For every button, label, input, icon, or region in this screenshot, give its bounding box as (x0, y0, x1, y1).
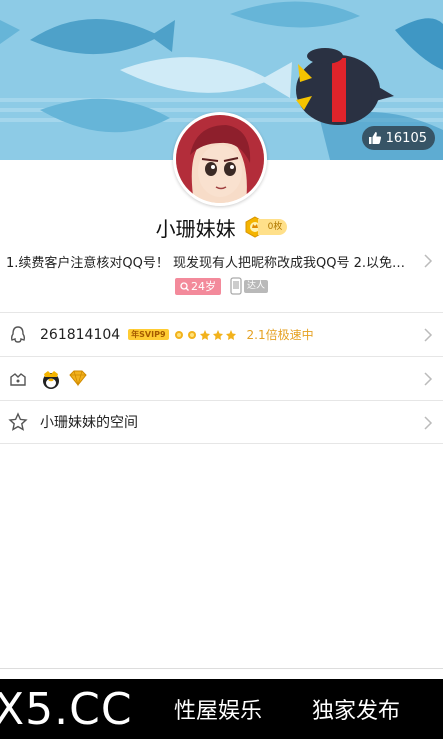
qzone-label: 小珊妹妹的空间 (40, 415, 138, 431)
sun-level-icon (187, 330, 196, 339)
signature-text[interactable]: 1.续费客户注意核对QQ号！ 现发现有人把昵称改成我QQ号 2.以免费… (0, 252, 443, 272)
chevron-right-icon (424, 416, 433, 430)
expert-label: 达人 (243, 279, 268, 293)
profile-tags: 24岁 达人 (0, 277, 443, 295)
thumb-up-icon (368, 132, 381, 144)
female-icon (180, 281, 189, 291)
qq-number-row[interactable]: 261814104 年SVIP9 2.1倍极速中 (0, 312, 443, 356)
likes-count: 16105 (385, 130, 427, 146)
speed-status: 2.1倍极速中 (246, 328, 314, 342)
star-icon (8, 412, 28, 431)
avatar[interactable] (173, 112, 267, 206)
svip-badge: 年SVIP9 (128, 329, 169, 340)
profile-page: 16105 小珊妹妹 0枚 1.续费客户注意核对QQ号！ 现发现有人把昵称改成我… (0, 0, 443, 739)
chevron-right-icon[interactable] (423, 254, 433, 268)
diamond-vip-icon (69, 370, 87, 386)
chevron-right-icon (424, 328, 433, 342)
divider (0, 668, 443, 669)
qq-penguin-icon (10, 325, 26, 343)
penguin-vip-icon (43, 370, 59, 389)
profile-info-list: 261814104 年SVIP9 2.1倍极速中 小珊妹妹的空间 (0, 312, 443, 444)
nickname-row: 小珊妹妹 0枚 (0, 212, 443, 242)
star-level-icon (199, 329, 210, 340)
avatar-illustration (176, 115, 264, 203)
qq-level-icons (173, 329, 237, 341)
age-tag: 24岁 (174, 277, 221, 295)
qq-level-label: 0枚 (257, 219, 288, 235)
footer-text-1: 性屋娱乐 (174, 699, 263, 724)
footer-brand: X5.CC (0, 683, 133, 735)
age-value: 24岁 (190, 280, 216, 293)
qq-level-badge[interactable]: 0枚 (244, 216, 288, 238)
vip-icons (40, 368, 90, 390)
sun-level-icon (174, 330, 183, 339)
likes-counter[interactable]: 16105 (361, 126, 435, 150)
footer-text-2: 独家发布 (312, 699, 401, 724)
star-level-icon (225, 329, 236, 340)
star-level-icon (212, 329, 223, 340)
nickname: 小珊妹妹 (155, 216, 236, 241)
vip-privileges-row[interactable] (0, 356, 443, 400)
qq-number: 261814104 (40, 326, 121, 343)
crown-box-icon (10, 372, 26, 386)
phone-expert-icon (230, 277, 242, 295)
watermark-footer: X5.CC 性屋娱乐 独家发布 (0, 679, 443, 739)
chevron-right-icon (424, 372, 433, 386)
qzone-row[interactable]: 小珊妹妹的空间 (0, 400, 443, 444)
expert-tag[interactable]: 达人 (229, 277, 268, 295)
